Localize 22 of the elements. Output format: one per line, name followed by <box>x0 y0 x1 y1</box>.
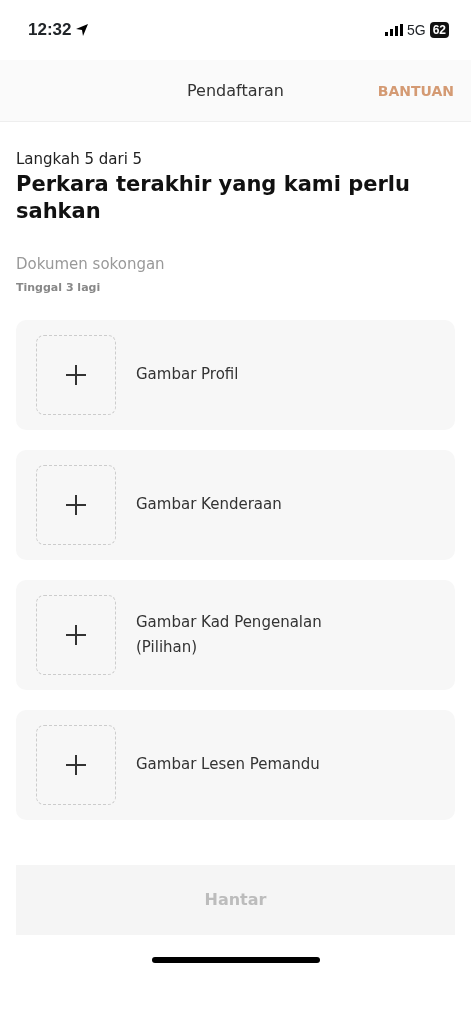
upload-card[interactable]: Gambar Lesen Pemandu <box>16 710 455 821</box>
remaining-count: Tinggal 3 lagi <box>16 279 102 296</box>
status-time: 12:32 <box>28 19 72 42</box>
page-heading: Perkara terakhir yang kami perlu sahkan <box>16 170 412 225</box>
plus-icon <box>66 365 86 386</box>
battery-indicator: 62 <box>429 22 449 38</box>
upload-card[interactable]: Gambar Kenderaan <box>16 450 455 561</box>
upload-card[interactable]: Gambar Profil <box>16 320 455 431</box>
section-title: Dokumen sokongan <box>16 254 166 276</box>
upload-label: Gambar Kad Pengenalan (Pilihan) <box>136 611 323 659</box>
header-title: Pendaftaran <box>187 79 284 102</box>
upload-label: Gambar Lesen Pemandu <box>136 754 320 776</box>
signal-icon <box>384 24 403 36</box>
upload-card[interactable]: Gambar Kad Pengenalan (Pilihan) <box>16 580 455 691</box>
plus-icon <box>66 755 86 776</box>
plus-icon <box>66 625 86 646</box>
upload-label: Gambar Profil <box>136 364 239 386</box>
step-indicator: Langkah 5 dari 5 <box>16 149 144 170</box>
location-arrow-icon <box>75 23 90 37</box>
plus-icon <box>66 495 86 516</box>
upload-label: Gambar Kenderaan <box>136 494 282 516</box>
network-label: 5G <box>406 20 426 40</box>
